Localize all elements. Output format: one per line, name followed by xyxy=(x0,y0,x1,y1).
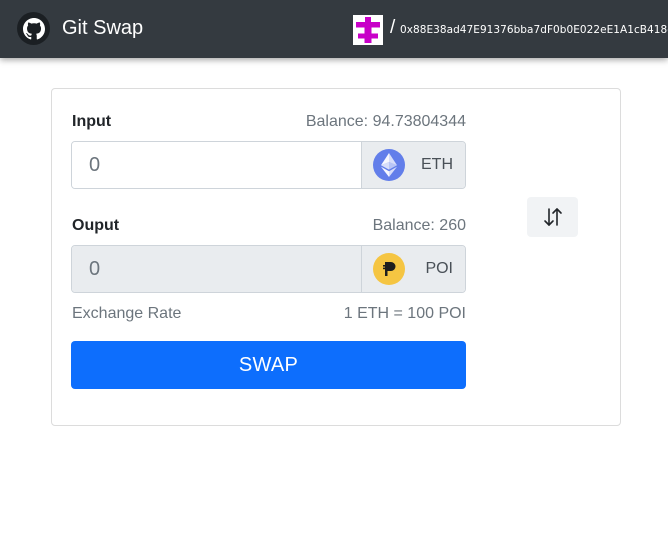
input-group: ETH xyxy=(71,141,466,189)
poi-token-icon xyxy=(373,253,405,285)
address-separator: / xyxy=(390,17,396,38)
swap-arrows-icon xyxy=(543,208,562,226)
github-logo-icon[interactable] xyxy=(17,12,50,45)
input-amount-field[interactable] xyxy=(72,142,361,188)
ethereum-icon xyxy=(373,149,405,181)
output-token-symbol: POI xyxy=(425,260,453,277)
output-balance: Balance: 260 xyxy=(372,217,466,234)
output-amount-field xyxy=(72,246,361,292)
swap-button[interactable]: SWAP xyxy=(71,341,466,389)
input-label: Input xyxy=(72,113,112,130)
output-label: Ouput xyxy=(72,217,120,234)
account-identicon xyxy=(353,15,383,45)
exchange-rate-value: 1 ETH = 100 POI xyxy=(343,305,466,322)
brand-name[interactable]: Git Swap xyxy=(62,17,143,39)
input-token-selector[interactable]: ETH xyxy=(361,142,465,188)
navbar: Git Swap / 0x88E38ad47E91376bba7dF0b0E02… xyxy=(0,0,668,58)
input-balance: Balance: 94.73804344 xyxy=(305,113,466,130)
output-token-selector[interactable]: POI xyxy=(361,246,465,292)
switch-direction-button[interactable] xyxy=(527,197,578,237)
input-token-symbol: ETH xyxy=(421,156,453,173)
output-group: POI xyxy=(71,245,466,293)
exchange-rate-label: Exchange Rate xyxy=(72,305,182,322)
wallet-address: 0x88E38ad47E91376bba7dF0b0E022eE1A1cB418… xyxy=(400,24,668,36)
